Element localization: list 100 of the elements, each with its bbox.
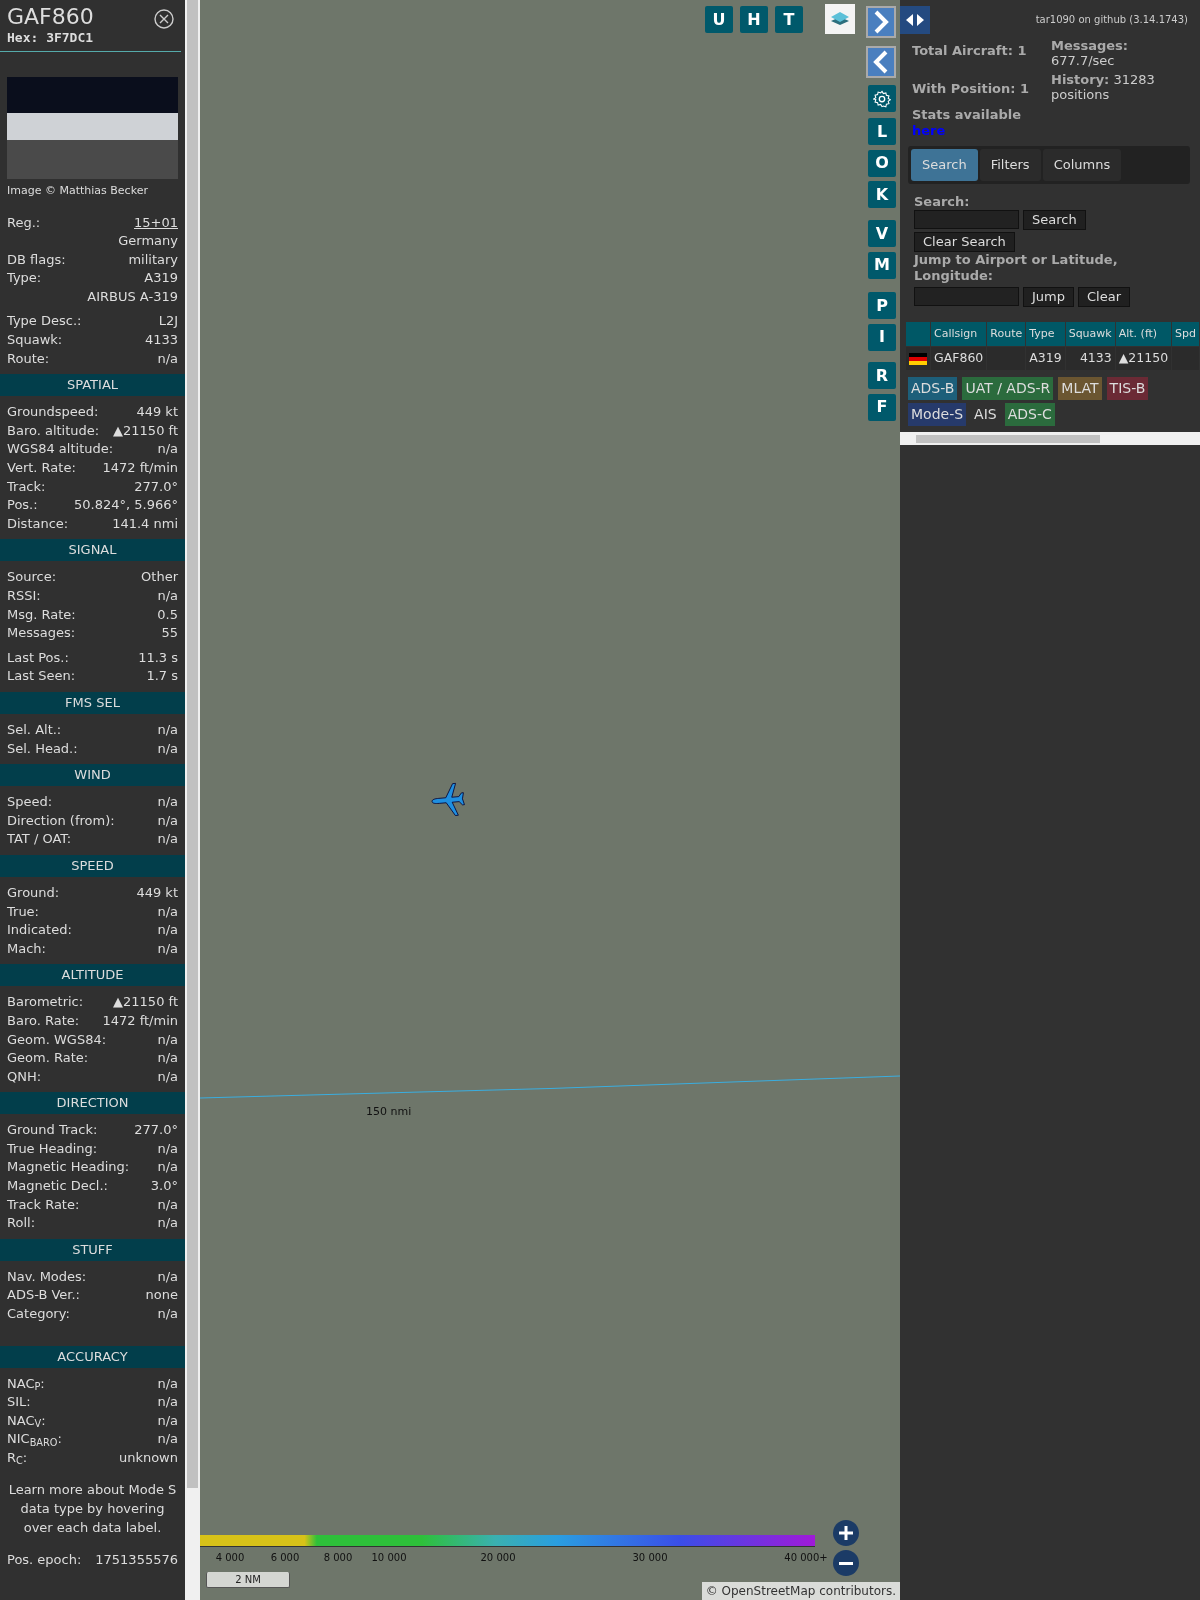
field-label: Vert. Rate: <box>7 459 76 478</box>
map-toggle-button[interactable]: K <box>868 181 896 208</box>
clear-search-button[interactable]: Clear Search <box>914 231 1015 252</box>
map-toggle-button[interactable]: F <box>868 393 896 421</box>
section-header: ACCURACY <box>0 1345 185 1368</box>
map-tiles[interactable]: 150 nmi U H T L O K V M P I R F 4 000 6 000 8 000 10 000 20 000 30 000 40 000+ 2 NM © OpenStreetMap contributors. <box>200 0 900 1600</box>
attribution-link[interactable]: OpenStreetMap <box>721 1584 816 1598</box>
tab[interactable]: Search <box>911 149 978 181</box>
map-toggle-button[interactable]: H <box>740 6 768 33</box>
field-value: 141.4 nmi <box>112 514 178 533</box>
field-label: NAC$_{P}$: <box>7 1374 45 1394</box>
search-label: Search: <box>914 193 971 210</box>
tab[interactable]: Filters <box>979 149 1041 181</box>
source-tag: MLAT <box>1058 376 1102 400</box>
field-value: n/a <box>157 793 178 812</box>
zoom-in-button[interactable] <box>833 1520 859 1546</box>
attribution-text: contributors. <box>818 1584 896 1598</box>
search-button[interactable]: Search <box>1023 209 1086 230</box>
field-label: Track Rate: <box>7 1195 80 1214</box>
field-label: Msg. Rate: <box>7 605 76 624</box>
map-toggle-button[interactable]: U <box>705 6 733 33</box>
map-toggle-button[interactable]: L <box>868 118 896 145</box>
field-value: AIRBUS A-319 <box>87 287 178 306</box>
field-label: Reg.: <box>7 213 41 232</box>
map-toggle-button[interactable]: O <box>868 149 896 177</box>
plus-icon <box>839 1526 853 1540</box>
field-value: n/a <box>157 902 178 921</box>
github-link[interactable]: tar1090 on github (3.14.1743) <box>1035 14 1188 25</box>
image-credit: Image © Matthias Becker <box>6 183 149 199</box>
field-label: ADS-B Ver.: <box>7 1286 80 1305</box>
map-toggle-button[interactable]: P <box>868 292 896 319</box>
field-value: 50.824°, 5.966° <box>74 496 178 515</box>
field-label: Ground: <box>7 883 60 902</box>
horizontal-scrollbar[interactable] <box>900 431 1200 445</box>
stat-text: Total Aircraft: 1 <box>912 43 1028 59</box>
panel-toggle-button[interactable] <box>900 6 930 34</box>
left-right-arrows-icon <box>904 13 926 27</box>
field-label: Messages: <box>7 624 76 643</box>
map-toggle-button[interactable]: I <box>868 323 896 351</box>
field-label: Baro. Rate: <box>7 1011 80 1030</box>
field-value: 1472 ft/min <box>102 459 178 478</box>
table-header: Spd <box>1172 321 1200 346</box>
tab[interactable]: Columns <box>1042 149 1122 181</box>
section-header: DIRECTION <box>0 1092 185 1115</box>
field-value: n/a <box>157 1214 178 1233</box>
field-label: TAT / OAT: <box>7 830 72 849</box>
field-label: Magnetic Decl.: <box>7 1177 108 1196</box>
layers-button[interactable] <box>825 4 855 34</box>
registration-link[interactable]: 15+01 <box>134 213 178 233</box>
altitude-label: 6 000 <box>269 1551 301 1565</box>
section-header: STUFF <box>0 1238 185 1261</box>
table-header: Alt. (ft) <box>1115 321 1172 346</box>
aircraft-icon[interactable] <box>431 782 465 816</box>
collapse-button[interactable] <box>866 46 896 78</box>
field-value: n/a <box>157 1374 178 1393</box>
field-value: L2J <box>158 312 178 331</box>
field-label: Squawk: <box>7 331 63 350</box>
map-toggle-button[interactable]: T <box>775 6 803 33</box>
field-label: R$_{C}$: <box>7 1449 28 1468</box>
field-value: 4133 <box>144 331 178 350</box>
field-value: Other <box>141 568 178 587</box>
field-label: Barometric: <box>7 993 84 1012</box>
scrollbar[interactable] <box>185 0 200 1600</box>
table-cell: ▲21150 <box>1115 347 1172 370</box>
field-value: ▲21150 ft <box>113 993 178 1012</box>
source-tag: TIS-B <box>1106 376 1149 400</box>
field-value: n/a <box>157 1067 178 1086</box>
jump-label: Jump to Airport or Latitude, Longitude: <box>914 251 1119 284</box>
clear-button[interactable]: Clear <box>1078 286 1130 307</box>
altitude-label: 30 000 <box>631 1551 669 1565</box>
table-header: Type <box>1026 321 1065 346</box>
jump-field[interactable] <box>914 286 1019 306</box>
stats-note: Stats available <box>912 107 1023 123</box>
field-value: n/a <box>157 921 178 940</box>
field-label: NAC$_{V}$: <box>7 1411 46 1431</box>
altitude-label: 4 000 <box>214 1551 246 1565</box>
settings-button[interactable] <box>868 85 896 112</box>
field-value: n/a <box>157 811 178 830</box>
section-header: SPATIAL <box>0 374 185 397</box>
field-label: True Heading: <box>7 1139 98 1158</box>
source-tag: UAT / ADS-R <box>962 376 1054 400</box>
field-label: Track: <box>7 477 46 496</box>
field-label: Magnetic Heading: <box>7 1158 130 1177</box>
field-value: n/a <box>157 1030 178 1049</box>
search-field[interactable] <box>914 209 1019 229</box>
jump-button[interactable]: Jump <box>1023 286 1074 307</box>
field-value: 449 kt <box>136 883 178 902</box>
field-label: Geom. Rate: <box>7 1049 89 1068</box>
field-label: True: <box>7 902 39 921</box>
section-header: SIGNAL <box>0 539 185 562</box>
close-icon[interactable] <box>154 8 174 29</box>
map-toggle-button[interactable]: V <box>868 220 896 247</box>
field-label: DB flags: <box>7 250 66 269</box>
expand-button[interactable] <box>866 6 896 38</box>
zoom-out-button[interactable] <box>833 1550 859 1576</box>
field-label: Nav. Modes: <box>7 1267 87 1286</box>
field-label: Route: <box>7 349 50 368</box>
map-toggle-button[interactable]: R <box>868 362 896 389</box>
map-toggle-button[interactable]: M <box>868 251 896 279</box>
section-header: ALTITUDE <box>0 964 185 987</box>
